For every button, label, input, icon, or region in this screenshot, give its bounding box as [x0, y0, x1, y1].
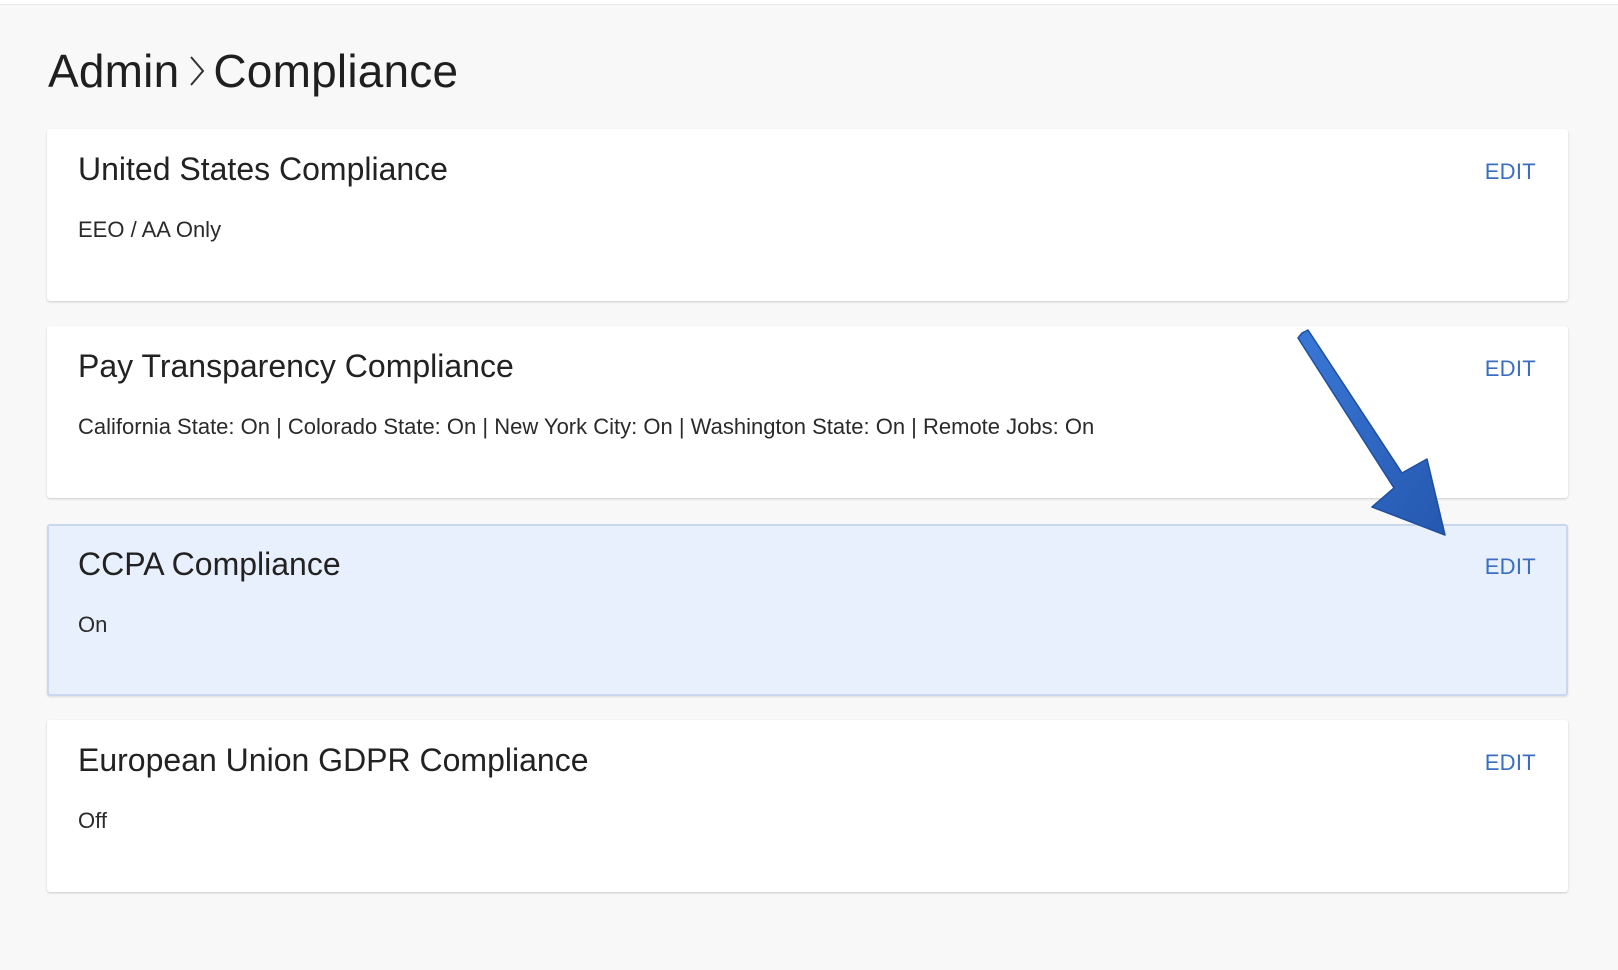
edit-gdpr-button[interactable]: EDIT: [1485, 750, 1536, 776]
page-title: Compliance: [213, 45, 459, 97]
edit-us-compliance-button[interactable]: EDIT: [1485, 159, 1536, 185]
section-title: Pay Transparency Compliance: [78, 348, 514, 384]
section-title: CCPA Compliance: [78, 546, 341, 582]
edit-ccpa-button[interactable]: EDIT: [1485, 554, 1536, 580]
section-value: California State: On | Colorado State: O…: [78, 414, 1095, 439]
section-card-ccpa: CCPA Compliance On EDIT: [47, 524, 1568, 696]
chevron-right-icon: [189, 54, 205, 88]
breadcrumb: Admin Compliance: [48, 41, 458, 101]
breadcrumb-parent-link[interactable]: Admin: [48, 44, 179, 98]
section-card-us-compliance: United States Compliance EEO / AA Only E…: [47, 129, 1568, 301]
section-value: Off: [78, 808, 107, 833]
compliance-page: Admin Compliance United States Complianc…: [0, 4, 1618, 970]
section-title: United States Compliance: [78, 151, 448, 187]
section-value: On: [78, 612, 108, 637]
section-card-pay-transparency: Pay Transparency Compliance California S…: [47, 326, 1568, 498]
edit-pay-transparency-button[interactable]: EDIT: [1485, 356, 1536, 382]
section-value: EEO / AA Only: [78, 217, 222, 242]
section-card-gdpr: European Union GDPR Compliance Off EDIT: [47, 720, 1568, 892]
section-title: European Union GDPR Compliance: [78, 742, 589, 778]
